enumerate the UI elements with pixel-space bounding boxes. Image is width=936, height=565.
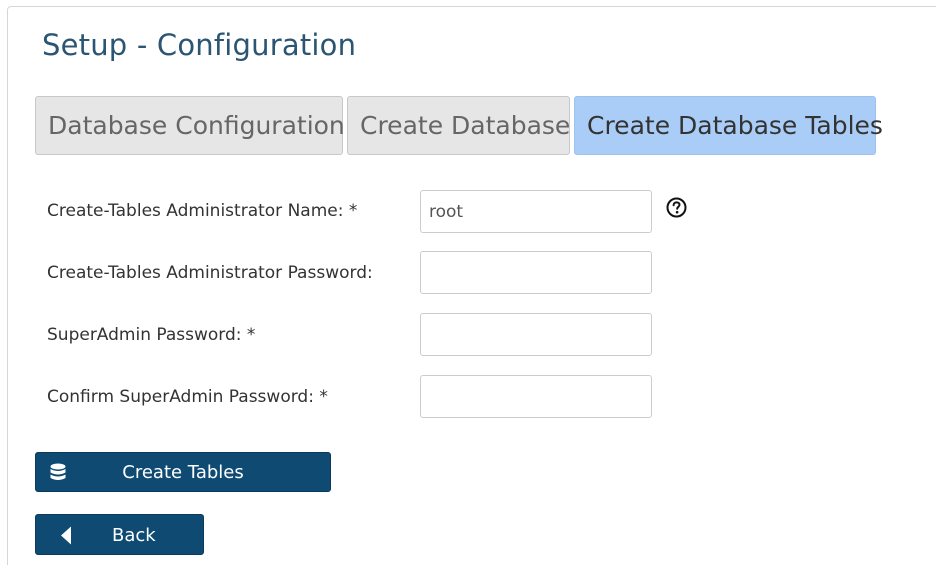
superadmin-password-label: SuperAdmin Password: * <box>47 325 256 345</box>
confirm-superadmin-password-label: Confirm SuperAdmin Password: * <box>47 387 328 407</box>
question-circle-icon[interactable] <box>666 197 687 218</box>
page-title: Setup - Configuration <box>42 28 357 62</box>
admin-password-input[interactable] <box>420 251 652 294</box>
back-button[interactable]: Back <box>35 514 204 555</box>
caret-left-icon <box>61 526 71 545</box>
tab-database-configuration[interactable]: Database Configuration <box>35 96 345 155</box>
database-icon <box>50 463 66 480</box>
admin-name-input[interactable] <box>420 190 652 233</box>
tab-create-database[interactable]: Create Database <box>347 96 570 155</box>
admin-password-label: Create-Tables Administrator Password: <box>47 263 373 283</box>
admin-name-label: Create-Tables Administrator Name: * <box>47 201 358 221</box>
superadmin-password-input[interactable] <box>420 313 652 356</box>
create-tables-button[interactable]: Create Tables <box>35 452 331 492</box>
confirm-superadmin-password-input[interactable] <box>420 375 652 418</box>
create-tables-button-label: Create Tables <box>122 462 244 483</box>
back-button-label: Back <box>112 525 156 546</box>
tab-create-database-tables[interactable]: Create Database Tables <box>574 96 883 155</box>
